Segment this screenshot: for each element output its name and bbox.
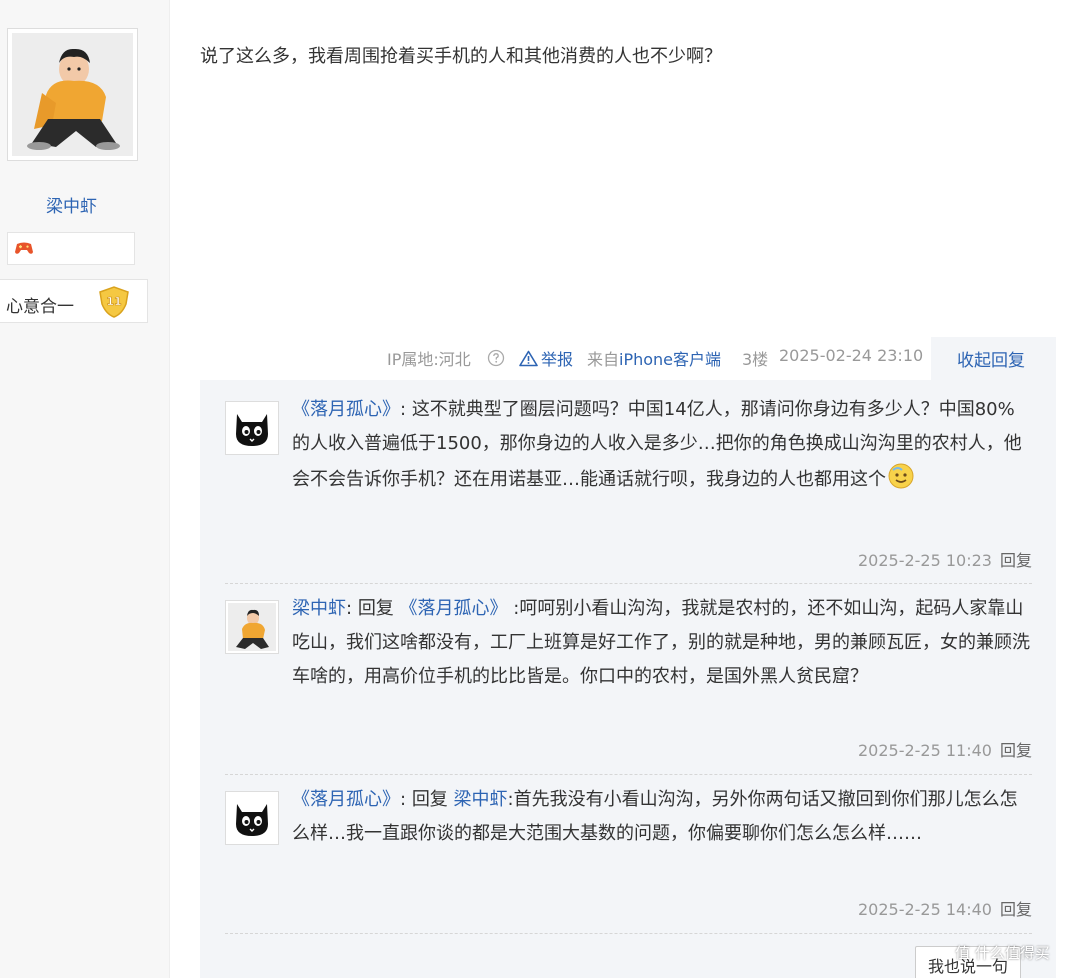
reply-time: 2025-2-25 10:23 [857,551,992,570]
reply-footer: 2025-2-25 11:40 回复 [858,737,1032,761]
reply-quoted-user[interactable]: 梁中虾 [454,789,508,810]
post-time: 2025-02-24 23:10 [779,346,924,365]
client-source: 来自iPhone客户端 [587,346,721,372]
question-help-icon[interactable] [487,349,505,367]
reply-separator: : [346,598,353,619]
reply-body: 《落月孤心》: 回复 梁中虾:首先我没有小看山沟沟，另外你两句话又撤回到你们那儿… [292,783,1032,851]
reply-button[interactable]: 回复 [1000,900,1032,919]
site-watermark: 值 什么值得买 [955,942,1050,963]
reply-separator: : [400,399,407,420]
reply-body: 梁中虾: 回复 《落月孤心》 :呵呵别小看山沟沟，我就是农村的，还不如山沟，起码… [292,592,1032,694]
client-link[interactable]: iPhone客户端 [619,350,721,369]
reply-button[interactable]: 回复 [1000,551,1032,570]
badge-container [7,232,135,265]
smile-emoji-icon [888,463,914,489]
reply-footer: 2025-2-25 14:40 回复 [858,896,1032,920]
from-prefix: 来自 [587,350,620,369]
warning-triangle-icon [519,350,538,367]
collapse-replies-button[interactable]: 收起回复 [957,346,1025,371]
level-shield-icon[interactable]: 11 [96,284,132,320]
reply-time: 2025-2-25 14:40 [857,900,992,919]
cartoon-avatar-icon [228,603,276,651]
reply-footer: 2025-2-25 10:23 回复 [858,547,1032,571]
author-avatar[interactable] [7,28,138,161]
reply-avatar[interactable] [225,401,279,455]
member-level: 心意合一 11 [0,279,148,323]
author-sidebar: 梁中虾 心意合一 11 [0,0,170,978]
gamepad-badge-icon[interactable] [14,240,34,256]
reply-button[interactable]: 回复 [1000,741,1032,760]
reply-body: 《落月孤心》: 这不就典型了圈层问题吗？中国14亿人，那请问你身边有多少人？中国… [292,393,1032,497]
reply-username[interactable]: 梁中虾 [292,598,346,619]
report-link[interactable]: 举报 [519,346,573,370]
reply-prefix: 回复 [357,598,394,619]
floor-number: 3楼 [742,350,769,369]
ip-location: IP属地:河北 [387,350,471,369]
watermark-text: 值 什么值得买 [955,944,1050,962]
reply-username[interactable]: 《落月孤心》 [292,399,400,420]
reply-username[interactable]: 《落月孤心》 [292,789,400,810]
author-name[interactable]: 梁中虾 [0,192,143,217]
reply-quoted-user[interactable]: 《落月孤心》 [400,598,508,619]
reply-divider [225,774,1032,775]
reply-avatar[interactable] [225,600,279,654]
post-content: 说了这么多，我看周围抢着买手机的人和其他消费的人也不少啊？ [200,46,722,67]
report-label: 举报 [541,350,574,369]
reply-time: 2025-2-25 11:40 [857,741,992,760]
level-number: 11 [106,295,121,308]
level-name: 心意合一 [6,297,74,317]
black-cat-avatar-icon [228,794,276,842]
reply-avatar[interactable] [225,791,279,845]
cartoon-avatar-image [12,33,133,156]
reply-divider [225,583,1032,584]
reply-prefix: 回复 [411,789,448,810]
reply-separator: : [400,789,407,810]
reply-divider [225,933,1032,934]
black-cat-avatar-icon [228,404,276,452]
